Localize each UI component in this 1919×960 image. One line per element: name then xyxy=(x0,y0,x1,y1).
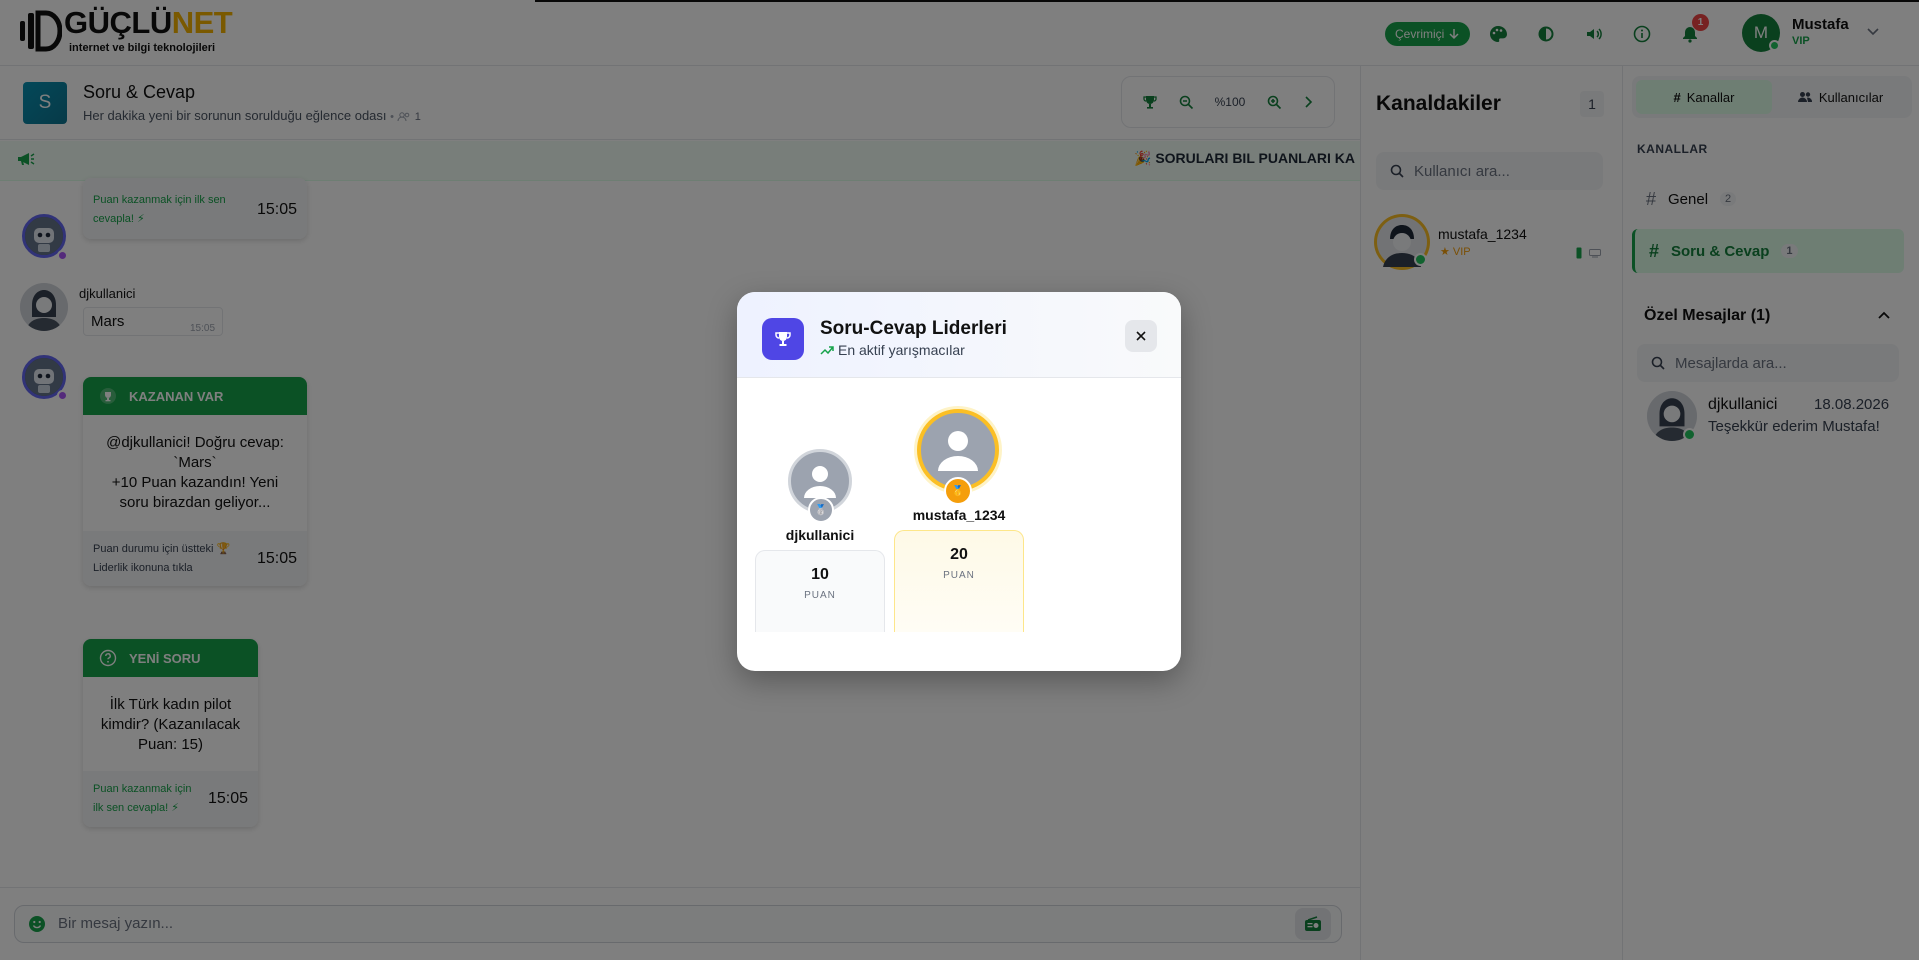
leader-points-unit: PUAN xyxy=(943,570,975,581)
close-icon xyxy=(1135,330,1147,342)
leader-name: mustafa_1234 xyxy=(912,507,1006,523)
trophy-icon xyxy=(762,318,804,360)
trending-up-icon xyxy=(820,345,834,355)
leader-points: 10 xyxy=(811,566,829,583)
modal-title: Soru-Cevap Liderleri xyxy=(820,318,1007,339)
leader-points: 20 xyxy=(950,546,968,563)
leader-podium: 10 PUAN xyxy=(755,550,885,632)
leader-points-unit: PUAN xyxy=(804,590,836,601)
gold-medal-icon: 🥇 xyxy=(944,477,972,505)
leader-name: djkullanici xyxy=(785,527,855,543)
close-button[interactable] xyxy=(1125,320,1157,352)
modal-subtitle: En aktif yarışmacılar xyxy=(820,342,965,358)
leaderboard-modal: Soru-Cevap Liderleri En aktif yarışmacıl… xyxy=(737,292,1181,671)
leader-podium: 20 PUAN xyxy=(894,530,1024,632)
modal-subtitle-text: En aktif yarışmacılar xyxy=(838,342,965,358)
silver-medal-icon: 🥈 xyxy=(808,497,834,523)
